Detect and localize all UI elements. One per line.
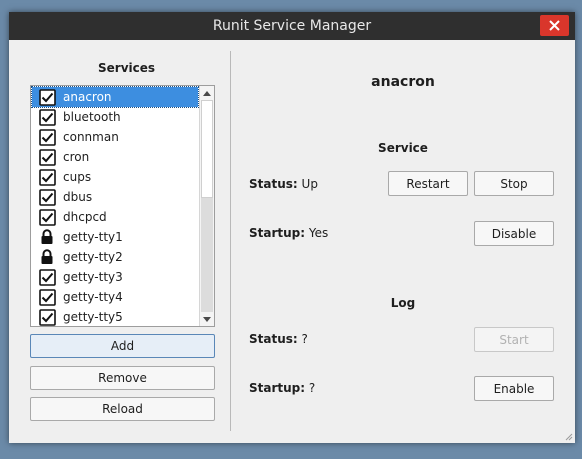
services-scrollbar[interactable] — [199, 86, 214, 326]
restart-button[interactable]: Restart — [388, 171, 468, 196]
service-list-item[interactable]: dbus — [32, 187, 198, 207]
service-list-item[interactable]: getty-tty4 — [32, 287, 198, 307]
title-bar[interactable]: Runit Service Manager — [9, 12, 575, 40]
service-status-line: Status: Up — [249, 177, 318, 191]
log-startup-label: Startup: — [249, 381, 306, 395]
services-list[interactable]: anacron bluetooth connman cron cups dbus dhcpc… — [30, 85, 215, 327]
service-item-label: getty-tty1 — [63, 230, 123, 244]
log-startup-line: Startup: ? — [249, 381, 315, 395]
service-item-label: cups — [63, 170, 92, 184]
service-item-label: cron — [63, 150, 90, 164]
log-start-button[interactable]: Start — [474, 327, 554, 352]
service-list-item[interactable]: cups — [32, 167, 198, 187]
checkbox-checked-icon — [38, 108, 56, 126]
lock-icon — [38, 228, 56, 246]
log-section-heading: Log — [390, 296, 416, 310]
service-section-heading: Service — [378, 141, 428, 155]
service-startup-value: Yes — [308, 226, 329, 240]
arrow-down-icon — [203, 316, 211, 322]
service-item-label: bluetooth — [63, 110, 121, 124]
log-startup-value: ? — [308, 381, 316, 395]
service-item-label: getty-tty3 — [63, 270, 123, 284]
service-item-label: dbus — [63, 190, 93, 204]
app-window: Runit Service Manager Services anacron bl… — [9, 12, 575, 443]
disable-button[interactable]: Disable — [474, 221, 554, 246]
checkbox-checked-icon — [38, 288, 56, 306]
service-list-item[interactable]: connman — [32, 127, 198, 147]
service-item-label: getty-tty4 — [63, 290, 123, 304]
checkbox-checked-icon — [38, 188, 56, 206]
log-status-value: ? — [301, 332, 308, 346]
log-status-line: Status: ? — [249, 332, 308, 346]
scroll-thumb[interactable] — [201, 100, 213, 198]
close-button[interactable] — [540, 15, 569, 36]
service-item-label: getty-tty5 — [63, 310, 123, 324]
service-status-label: Status: — [249, 177, 298, 191]
scroll-down-button[interactable] — [200, 312, 214, 326]
services-heading: Services — [98, 61, 156, 75]
service-item-label: dhcpcd — [63, 210, 107, 224]
checkbox-checked-icon — [38, 268, 56, 286]
remove-button[interactable]: Remove — [30, 366, 215, 390]
service-list-item[interactable]: bluetooth — [32, 107, 198, 127]
close-icon — [549, 20, 560, 31]
checkbox-checked-icon — [38, 148, 56, 166]
service-list-item[interactable]: getty-tty5 — [32, 307, 198, 326]
reload-button[interactable]: Reload — [30, 397, 215, 421]
services-list-items: anacron bluetooth connman cron cups dbus dhcpc… — [31, 86, 199, 326]
stop-button[interactable]: Stop — [474, 171, 554, 196]
service-list-item[interactable]: getty-tty2 — [32, 247, 198, 267]
resize-grip-icon[interactable] — [563, 431, 573, 441]
service-list-item[interactable]: anacron — [31, 86, 199, 108]
service-list-item[interactable]: getty-tty1 — [32, 227, 198, 247]
log-status-label: Status: — [249, 332, 298, 346]
scroll-up-button[interactable] — [200, 86, 214, 100]
service-startup-label: Startup: — [249, 226, 306, 240]
service-item-label: connman — [63, 130, 119, 144]
services-pane: Services anacron bluetooth connman cron cups… — [9, 40, 229, 443]
service-list-item[interactable]: dhcpcd — [32, 207, 198, 227]
checkbox-checked-icon — [38, 168, 56, 186]
checkbox-checked-icon — [38, 128, 56, 146]
arrow-up-icon — [203, 90, 211, 96]
service-startup-line: Startup: Yes — [249, 226, 328, 240]
service-item-label: getty-tty2 — [63, 250, 123, 264]
add-button[interactable]: Add — [30, 334, 215, 358]
checkbox-checked-icon — [38, 208, 56, 226]
selected-service-name: anacron — [371, 74, 435, 90]
scroll-track[interactable] — [201, 198, 213, 312]
service-status-value: Up — [301, 177, 318, 191]
log-enable-button[interactable]: Enable — [474, 376, 554, 401]
service-list-item[interactable]: cron — [32, 147, 198, 167]
checkbox-checked-icon — [38, 308, 56, 326]
service-list-item[interactable]: getty-tty3 — [32, 267, 198, 287]
detail-pane: anacron Service Status: Up Restart Stop … — [231, 40, 575, 443]
checkbox-checked-icon — [38, 88, 56, 106]
window-title: Runit Service Manager — [212, 18, 372, 34]
service-item-label: anacron — [63, 90, 112, 104]
lock-icon — [38, 248, 56, 266]
